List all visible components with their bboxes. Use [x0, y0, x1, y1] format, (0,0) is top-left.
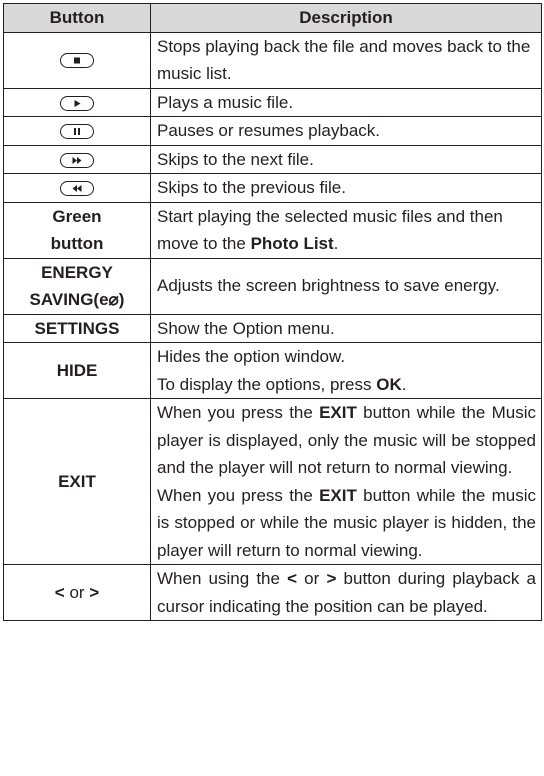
- pause-icon: [60, 124, 94, 140]
- energy-description: Adjusts the screen brightness to save en…: [150, 257, 542, 315]
- settings-label: SETTINGS: [3, 313, 151, 343]
- play-description: Plays a music file.: [150, 87, 542, 117]
- play-icon: [60, 95, 94, 111]
- stop-icon: [60, 53, 94, 69]
- fast-forward-icon: [60, 152, 94, 168]
- next-description: Skips to the next file.: [150, 144, 542, 174]
- table-row-pause: Pauses or resumes playback.: [3, 116, 542, 146]
- header-description: Description: [150, 3, 542, 33]
- table-row-exit: EXIT When you press the EXIT button whil…: [3, 398, 542, 565]
- table-row-green: Green button Start playing the selected …: [3, 201, 542, 259]
- arrows-description: When using the < or > button during play…: [150, 564, 542, 621]
- exit-label: EXIT: [3, 398, 151, 565]
- music-buttons-table: Button Description Stops playing back th…: [3, 3, 542, 621]
- rewind-icon: [60, 181, 94, 197]
- exit-paragraph-1: When you press the EXIT button while the…: [157, 403, 536, 477]
- table-row-arrows: < or > When using the < or > button duri…: [3, 564, 542, 621]
- hide-description: Hides the option window. To display the o…: [150, 342, 542, 399]
- table-row-next: Skips to the next file.: [3, 144, 542, 174]
- hide-label: HIDE: [3, 342, 151, 399]
- green-button-label: Green button: [3, 201, 151, 259]
- stop-description: Stops playing back the file and moves ba…: [150, 31, 542, 89]
- table-row-prev: Skips to the previous file.: [3, 173, 542, 203]
- page: Button Description Stops playing back th…: [0, 0, 544, 621]
- table-row-play: Plays a music file.: [3, 87, 542, 117]
- table-row-energy: ENERGY SAVING(e⌀) Adjusts the screen bri…: [3, 257, 542, 315]
- energy-saving-icon: e⌀: [99, 290, 119, 309]
- arrows-label: < or >: [3, 564, 151, 621]
- table-row-hide: HIDE Hides the option window. To display …: [3, 342, 542, 399]
- prev-description: Skips to the previous file.: [150, 173, 542, 203]
- exit-paragraph-2: When you press the EXIT button while the…: [157, 485, 536, 560]
- header-button: Button: [3, 3, 151, 33]
- table-row-stop: Stops playing back the file and moves ba…: [3, 31, 542, 89]
- green-description: Start playing the selected music files a…: [150, 201, 542, 259]
- settings-description: Show the Option menu.: [150, 313, 542, 343]
- table-row-settings: SETTINGS Show the Option menu.: [3, 313, 542, 343]
- energy-saving-label: ENERGY SAVING(e⌀): [3, 257, 151, 315]
- pause-description: Pauses or resumes playback.: [150, 116, 542, 146]
- table-header-row: Button Description: [3, 3, 542, 33]
- exit-description: When you press the EXIT button while the…: [150, 398, 542, 565]
